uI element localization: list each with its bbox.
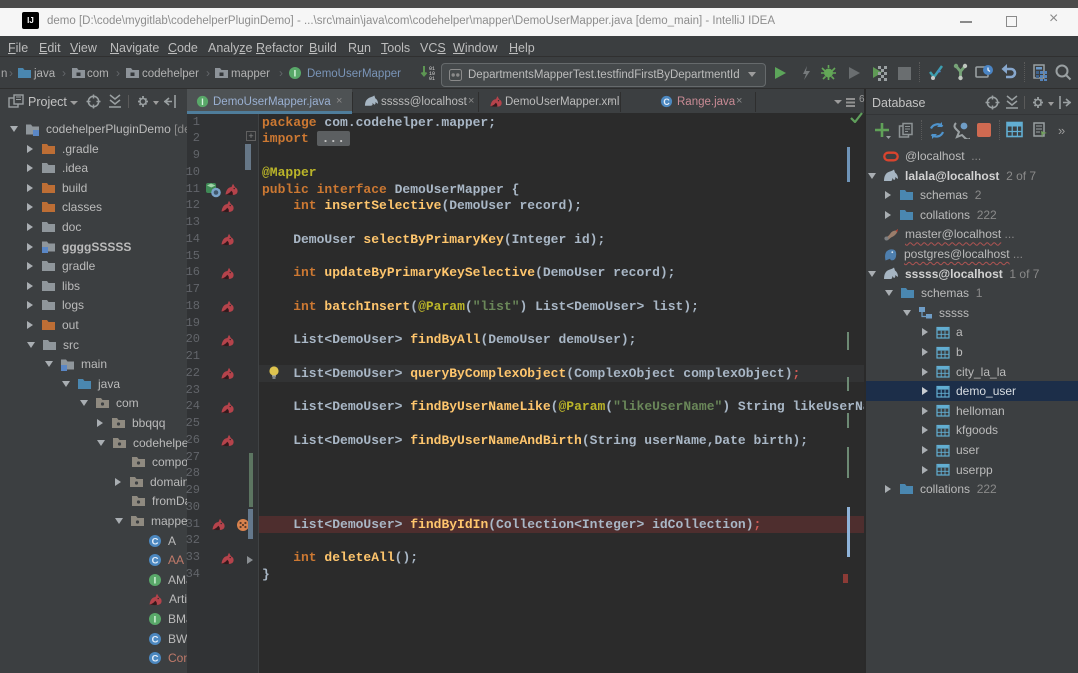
svg-text:I: I: [154, 615, 157, 626]
svg-text:C: C: [152, 634, 159, 645]
svg-text:C: C: [663, 97, 670, 107]
svg-text:C: C: [152, 654, 159, 665]
svg-text:01: 01: [429, 76, 435, 80]
svg-text:I: I: [201, 97, 203, 107]
svg-text:I: I: [294, 69, 297, 80]
